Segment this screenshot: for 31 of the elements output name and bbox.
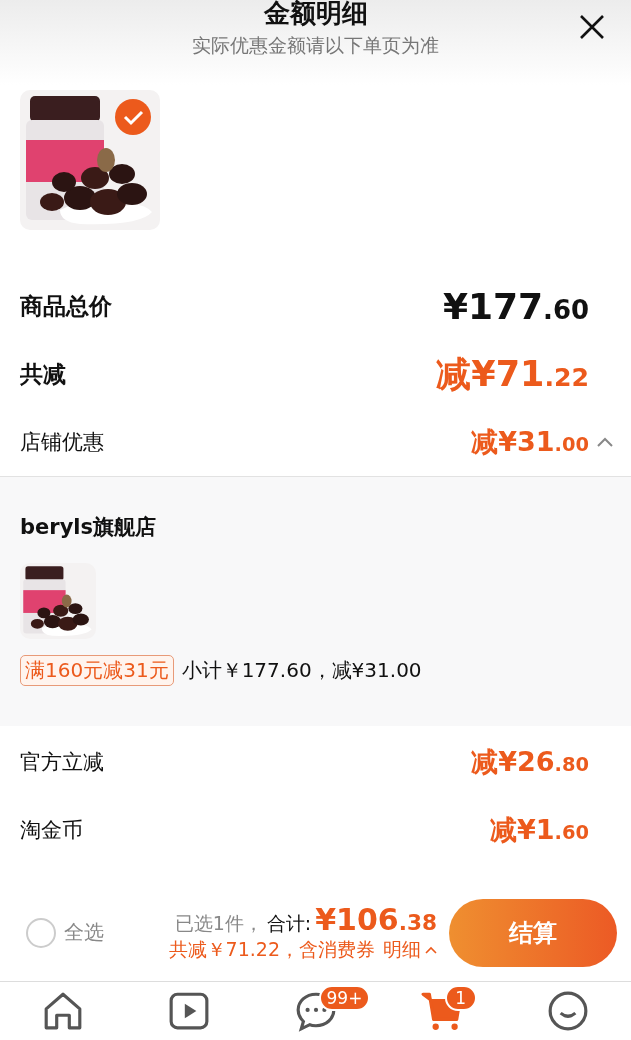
checkout-button[interactable]: 结算 xyxy=(449,898,617,967)
close-icon[interactable] xyxy=(579,14,605,40)
store-name: beryls旗舰店 xyxy=(20,514,158,541)
promo-tag: 满160元减31元 xyxy=(20,655,174,686)
price: ¥177.60 xyxy=(442,285,589,327)
sheet-subtitle: 实际优惠金额请以下单页为准 xyxy=(192,33,439,58)
subtotal-text: 小计￥177.60，减¥31.00 xyxy=(181,657,422,684)
row-label: 共减 xyxy=(20,359,66,389)
row-label: 店铺优惠 xyxy=(20,429,104,456)
sheet-title: 金额明细 xyxy=(263,0,368,29)
select-all-radio[interactable] xyxy=(26,917,56,948)
savings-text: 共减￥71.22，含消费券 xyxy=(168,937,375,962)
total-amount: ¥106.38 xyxy=(315,902,437,937)
discount-amount: 减¥31.00 xyxy=(471,425,589,459)
play-icon[interactable] xyxy=(168,990,211,1032)
detail-link[interactable]: 明细 xyxy=(383,937,437,963)
check-icon[interactable] xyxy=(114,98,152,136)
row-label: 官方立减 xyxy=(20,749,104,776)
selected-count: 已选1件， xyxy=(174,911,263,936)
select-all-label: 全选 xyxy=(64,919,104,946)
caret-icon[interactable] xyxy=(597,437,613,447)
discount-amount: 减¥71.22 xyxy=(436,352,589,396)
discount-amount: 减¥1.60 xyxy=(490,813,589,847)
row-label: 商品总价 xyxy=(20,291,112,321)
smiley-icon[interactable] xyxy=(546,990,589,1032)
count-badge: 99+ xyxy=(318,985,371,1011)
caret-icon[interactable] xyxy=(425,946,437,954)
row-label: 淘金币 xyxy=(20,817,83,844)
count-badge: 1 xyxy=(444,985,477,1011)
discount-amount: 减¥26.80 xyxy=(471,745,589,779)
total-label: 合计: xyxy=(266,911,312,936)
